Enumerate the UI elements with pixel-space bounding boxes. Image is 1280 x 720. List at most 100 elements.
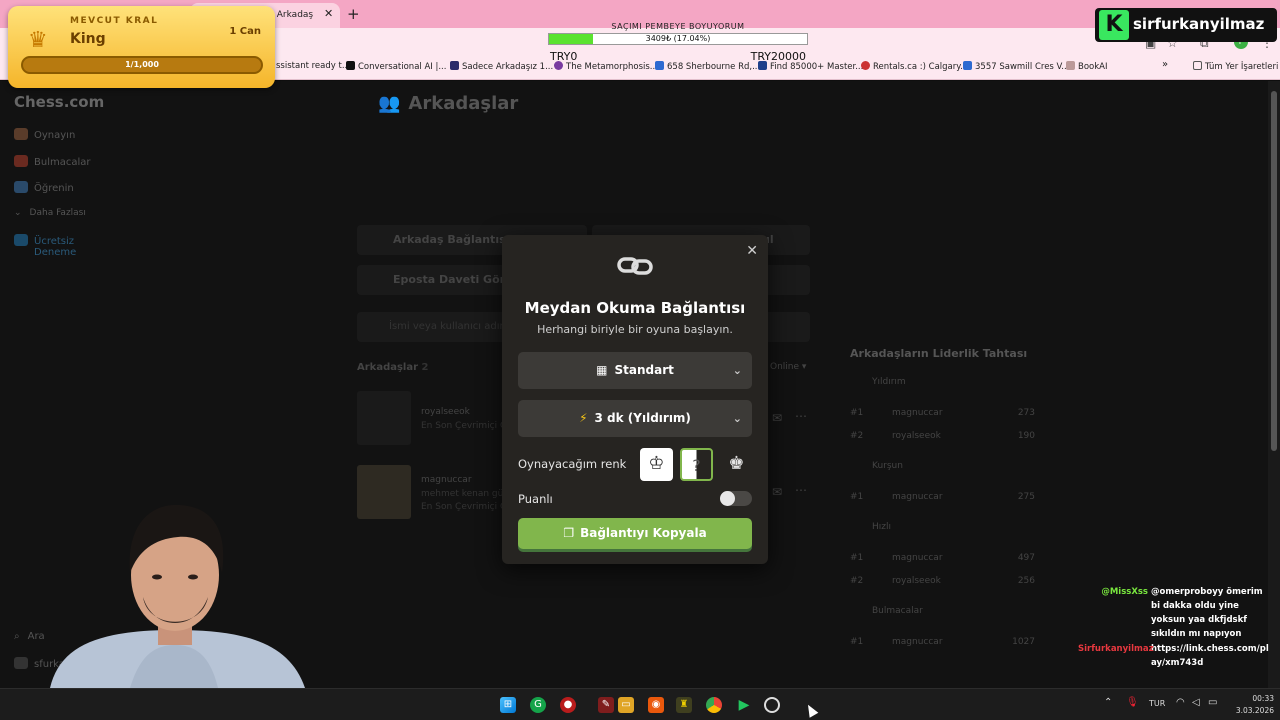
bookmark-favicon-icon: [346, 61, 355, 70]
crown-icon: ♛: [28, 28, 48, 53]
folder-icon: [1193, 61, 1202, 70]
goal-title: SAÇIMI PEMBEYE BOYUYORUM: [611, 22, 745, 31]
friend-avatar[interactable]: [357, 391, 411, 445]
friend-status: En Son Çevrimiçi Ol: [421, 502, 510, 512]
avatar: [14, 657, 28, 669]
black-king-icon: ♚: [728, 453, 745, 474]
start-icon[interactable]: ⊞: [500, 697, 516, 713]
message-icon[interactable]: ✉: [772, 485, 782, 499]
friend-realname: mehmet kenan gün: [421, 489, 510, 499]
leaderboard-section[interactable]: Yıldırım: [850, 372, 1035, 394]
bookmark-item[interactable]: Sadece Arkadaşız 1...: [450, 61, 553, 72]
leaderboard-row[interactable]: #1 magnuccar 273: [850, 404, 1035, 422]
bookmarks-overflow[interactable]: »: [1162, 59, 1168, 70]
chess-logo[interactable]: Chess.com: [14, 93, 104, 111]
app-record-icon[interactable]: ●: [560, 697, 576, 713]
king-progress: 1/1,000: [21, 56, 263, 74]
app-pen-icon[interactable]: ✎: [598, 697, 614, 713]
rated-toggle[interactable]: [720, 491, 752, 506]
scrollbar-thumb[interactable]: [1271, 91, 1277, 451]
sidebar-item-learn[interactable]: Öğrenin: [14, 181, 74, 194]
chessboard-icon: ▦: [596, 363, 608, 377]
copy-link-button[interactable]: ❐ Bağlantıyı Kopyala: [518, 518, 752, 549]
color-label: Oynayacağım renk: [518, 457, 627, 471]
bookmark-item[interactable]: Rentals.ca :) Calgary...: [861, 61, 968, 72]
chat-message: Sirfurkanyilmaz https://link.chess.com/p…: [1078, 642, 1273, 670]
app-play-icon[interactable]: ▶: [736, 697, 752, 713]
bookmark-favicon-icon: [861, 61, 870, 70]
modal-title: Meydan Okuma Bağlantısı: [524, 299, 746, 317]
leaderboard-title: Arkadaşların Liderlik Tahtası: [850, 347, 1028, 360]
grammarly-icon[interactable]: G: [530, 697, 546, 713]
file-explorer-icon[interactable]: ▭: [618, 697, 634, 713]
bookmark-favicon-icon: [1066, 61, 1075, 70]
challenge-link-modal: ✕ Meydan Okuma Bağlantısı Herhangi biriy…: [502, 235, 768, 564]
friend-name[interactable]: royalseeok: [421, 407, 470, 417]
friend-avatar[interactable]: [357, 465, 411, 519]
chat-text: @omerproboyy ömerim bi dakka oldu yine y…: [1151, 587, 1263, 639]
stream-chat: @MissXss @omerproboyy ömerim bi dakka ol…: [1078, 585, 1273, 670]
sidebar-item-play[interactable]: Oynayın: [14, 128, 75, 141]
white-king-button[interactable]: ♔: [640, 448, 673, 481]
lightning-icon: ⚡: [579, 411, 588, 425]
leaderboard-row[interactable]: #2 royalseeok 190: [850, 427, 1035, 445]
chevron-down-icon: ⌄: [732, 412, 742, 425]
chrome-icon[interactable]: [706, 697, 722, 713]
bookmark-item[interactable]: ssistant ready t...: [276, 61, 350, 71]
time-control-select[interactable]: ⚡ 3 dk (Yıldırım) ⌄: [518, 400, 752, 437]
sidebar-item-puzzles[interactable]: Bulmacalar: [14, 155, 91, 168]
app-orange-icon[interactable]: ◉: [648, 697, 664, 713]
microphone-icon[interactable]: 🎙: [1126, 697, 1139, 708]
new-tab-icon[interactable]: +: [347, 5, 360, 23]
king-name: King: [70, 31, 106, 47]
app-obs-icon[interactable]: [764, 697, 780, 713]
close-icon[interactable]: ✕: [746, 243, 758, 259]
goal-max: TRY20000: [750, 50, 806, 63]
tray-expand-icon[interactable]: ⌃: [1104, 697, 1112, 708]
friend-name[interactable]: magnuccar: [421, 475, 472, 485]
leaderboard-section[interactable]: Bulmacalar: [850, 601, 1035, 623]
chevron-down-icon: ⌄: [14, 208, 22, 218]
more-options-icon[interactable]: ⋯: [795, 483, 807, 497]
volume-icon[interactable]: ◁: [1192, 697, 1200, 708]
clock[interactable]: 00:33 3.03.2026: [1232, 693, 1274, 717]
leaderboard-section[interactable]: Kurşun: [850, 456, 1035, 478]
pawn-icon: [14, 128, 28, 140]
diamond-icon: [14, 234, 28, 246]
brand-name: sirfurkanyilmaz: [1133, 15, 1265, 33]
all-bookmarks[interactable]: Tüm Yer İşaretleri: [1193, 61, 1278, 72]
puzzle-icon: [14, 155, 28, 167]
leaderboard-row[interactable]: #1 magnuccar 275: [850, 488, 1035, 506]
goal-progress-bar: 3409₺ (17.04%): [548, 33, 808, 45]
battery-icon[interactable]: ▭: [1208, 697, 1217, 708]
message-icon[interactable]: ✉: [772, 411, 782, 425]
variant-select[interactable]: ▦ Standart ⌄: [518, 352, 752, 389]
sidebar-item-free-trial[interactable]: Ücretsiz: [14, 234, 74, 247]
streamer-brand: K sirfurkanyilmaz: [1095, 8, 1277, 42]
chat-text: https://link.chess.com/play/xm743d: [1151, 644, 1269, 668]
leaderboard-row[interactable]: #1 magnuccar 1027: [850, 633, 1035, 651]
sidebar-item-more[interactable]: ⌄ Daha Fazlası: [14, 208, 86, 218]
online-filter[interactable]: Online ▾: [770, 362, 806, 372]
sidebar-item-free-trial-2[interactable]: Deneme: [34, 247, 76, 258]
rated-label: Puanlı: [518, 492, 553, 506]
goal-progress-text: 3409₺ (17.04%): [645, 34, 711, 43]
brand-logo: K: [1099, 10, 1129, 40]
app-yellow-icon[interactable]: ♜: [676, 697, 692, 713]
bookmark-item[interactable]: 3557 Sawmill Cres V...: [963, 61, 1069, 72]
leaderboard-section[interactable]: Hızlı: [850, 517, 1035, 539]
modal-subtitle: Herhangi biriyle bir oyuna başlayın.: [537, 323, 733, 336]
bookmark-item[interactable]: Conversational AI |...: [346, 61, 446, 72]
bookmark-favicon-icon: [450, 61, 459, 70]
random-color-button[interactable]: ?: [680, 448, 713, 481]
language-indicator[interactable]: TUR: [1149, 699, 1165, 708]
leaderboard-row[interactable]: #1 magnuccar 497: [850, 549, 1035, 567]
more-options-icon[interactable]: ⋯: [795, 409, 807, 423]
current-king-card: ♛ MEVCUT KRAL King 1 Can 1/1,000: [8, 6, 275, 88]
wifi-icon[interactable]: ◠: [1176, 697, 1185, 708]
close-tab-icon[interactable]: ✕: [324, 7, 333, 20]
black-king-button[interactable]: ♚: [720, 448, 753, 481]
leaderboard-row[interactable]: #2 royalseeok 256: [850, 572, 1035, 590]
bookmark-item[interactable]: BookAI: [1066, 61, 1107, 72]
white-king-icon: ♔: [648, 453, 665, 474]
